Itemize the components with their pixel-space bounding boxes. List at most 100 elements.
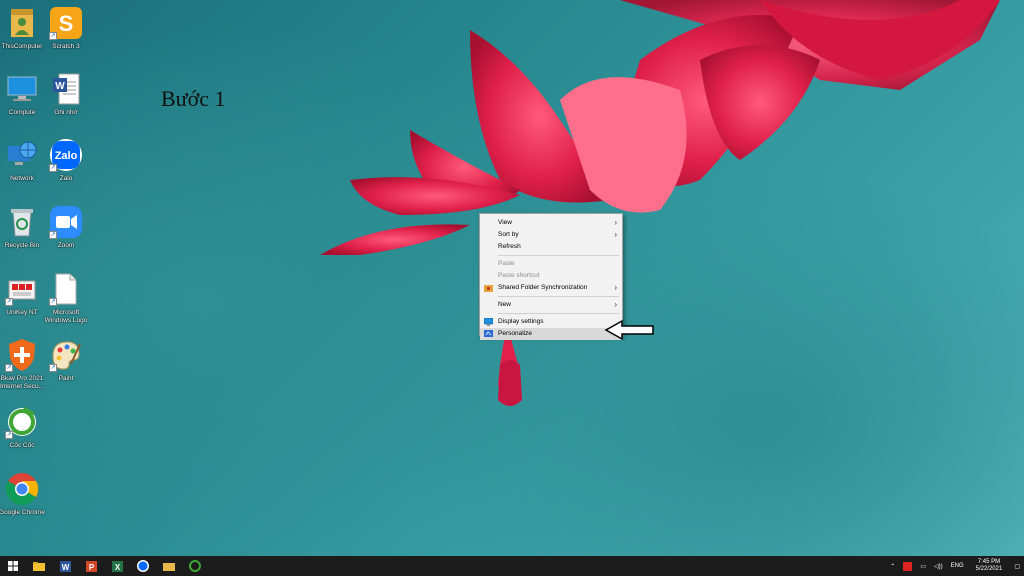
personalize-icon (484, 330, 493, 337)
desktop-icon-ghi-nho[interactable]: W Ghi nhớ (44, 72, 88, 117)
chevron-right-icon: › (614, 300, 617, 309)
desktop-icon-label: UniKey NT (6, 309, 38, 316)
file-explorer-icon (33, 562, 45, 571)
taskbar-excel[interactable]: X (104, 556, 130, 576)
desktop-icon-label: Bkav Pro 2021 Internet Secu... (0, 375, 45, 390)
taskbar-file-explorer[interactable] (26, 556, 52, 576)
desktop-icon-recycle-bin[interactable]: Recycle Bin (0, 205, 44, 250)
desktop-icon-label: Zalo (59, 175, 73, 182)
menu-item-label: Paste (498, 260, 515, 267)
unikey-tray-icon[interactable] (903, 561, 913, 571)
menu-item-label: New (498, 301, 512, 308)
desktop-icon-computer[interactable]: Compute (0, 72, 44, 117)
svg-text:Zalo: Zalo (55, 150, 78, 162)
windows-logo-icon (8, 561, 18, 571)
svg-text:W: W (55, 81, 65, 92)
menu-item-refresh[interactable]: Refresh (480, 241, 622, 253)
desktop-icon-bkav[interactable]: ↗ Bkav Pro 2021 Internet Secu... (0, 338, 44, 391)
desktop-icon-label: Cốc Cốc (9, 442, 35, 449)
display-monitor-icon (484, 318, 493, 326)
desktop-icon-scratch[interactable]: S ↗ Scratch 3 (44, 6, 88, 51)
scratch-icon: S ↗ (49, 6, 83, 40)
word-doc-icon: W (49, 72, 83, 106)
taskbar-word[interactable]: W (52, 556, 78, 576)
zalo-icon (137, 560, 149, 572)
blank-file-icon: ↗ (49, 272, 83, 306)
menu-item-label: View (498, 219, 512, 226)
desktop-icon-network[interactable]: Network (0, 138, 44, 183)
language-indicator[interactable]: ENG (951, 563, 964, 569)
network-icon (5, 138, 39, 172)
desktop-icon-label: Paint (58, 375, 74, 382)
menu-item-label: Display settings (498, 318, 544, 325)
taskbar-coccoc[interactable] (182, 556, 208, 576)
start-button[interactable] (0, 556, 26, 576)
desktop-context-menu: View › Sort by › Refresh Paste Paste sho… (479, 213, 623, 340)
menu-item-personalize[interactable]: Personalize (480, 328, 622, 340)
paint-icon: ↗ (49, 338, 83, 372)
menu-item-sort-by[interactable]: Sort by › (480, 229, 622, 241)
menu-item-new[interactable]: New › (480, 299, 622, 311)
menu-item-label: Refresh (498, 243, 521, 250)
coccoc-icon (189, 560, 201, 572)
desktop-icon-zalo[interactable]: Zalo ↗ Zalo (44, 138, 88, 183)
powerpoint-icon: P (85, 560, 97, 572)
chevron-right-icon: › (614, 230, 617, 239)
coccoc-icon: ↗ (5, 405, 39, 439)
computer-icon (5, 72, 39, 106)
menu-item-shared-folder-sync[interactable]: Shared Folder Synchronization › (480, 282, 622, 294)
shared-folder-icon (484, 285, 493, 292)
chevron-up-icon[interactable]: ⌃ (890, 563, 895, 570)
menu-separator (498, 255, 619, 256)
desktop-icon-zoom[interactable]: ↗ Zoom (44, 205, 88, 250)
taskbar-zalo[interactable] (130, 556, 156, 576)
desktop-icon-label: Ghi nhớ (54, 109, 78, 116)
menu-item-display-settings[interactable]: Display settings (480, 316, 622, 328)
excel-icon: X (111, 560, 123, 572)
desktop-icon-coccoc[interactable]: ↗ Cốc Cốc (0, 405, 44, 450)
menu-item-label: Personalize (498, 330, 532, 337)
desktop-icon-label: Recycle Bin (4, 242, 40, 249)
taskbar-folder[interactable] (156, 556, 182, 576)
desktop-icon-paint[interactable]: ↗ Paint (44, 338, 88, 383)
taskbar: W P X ⌃ ▭ ◁)) ENG 7:45 PM 5/22/2021 ▢ (0, 556, 1024, 576)
unikey-icon: ↗ (5, 272, 39, 306)
desktop-icon-label: Microsoft Windows Logo (44, 309, 88, 324)
svg-text:X: X (114, 563, 120, 572)
user-folder-icon (5, 6, 39, 40)
network-tray-icon[interactable]: ▭ (920, 563, 926, 570)
desktop-caption: Bước 1 (161, 86, 226, 111)
desktop-icon-chrome[interactable]: Google Chrome (0, 472, 45, 517)
svg-text:W: W (61, 563, 69, 572)
desktop-icon-label: Google Chrome (0, 509, 45, 516)
menu-separator (498, 313, 619, 314)
desktop-icon-label: ThisComputer (1, 43, 43, 50)
desktop-icon-this-computer[interactable]: ThisComputer (0, 6, 44, 51)
recycle-bin-icon (5, 205, 39, 239)
taskbar-powerpoint[interactable]: P (78, 556, 104, 576)
volume-icon[interactable]: ◁)) (934, 563, 943, 570)
menu-item-view[interactable]: View › (480, 217, 622, 229)
clock-time: 7:45 PM (977, 559, 1001, 565)
chevron-right-icon: › (614, 218, 617, 227)
desktop[interactable]: Bước 1 ThisComputer Compute Network Recy… (0, 0, 1024, 556)
menu-separator (498, 296, 619, 297)
taskbar-clock[interactable]: 7:45 PM 5/22/2021 (976, 559, 1003, 573)
bkav-icon: ↗ (5, 338, 39, 372)
notifications-icon[interactable]: ▢ (1014, 563, 1020, 570)
chevron-right-icon: › (614, 283, 617, 292)
menu-item-label: Sort by (498, 231, 519, 238)
menu-item-paste-shortcut[interactable]: Paste shortcut (480, 270, 622, 282)
desktop-icon-label: Zoom (57, 242, 75, 249)
chrome-icon (5, 472, 39, 506)
menu-item-label: Paste shortcut (498, 272, 540, 279)
menu-item-paste[interactable]: Paste (480, 258, 622, 270)
desktop-icon-label: Compute (8, 109, 36, 116)
desktop-icon-unikey[interactable]: ↗ UniKey NT (0, 272, 44, 317)
desktop-icon-windows-logo[interactable]: ↗ Microsoft Windows Logo (44, 272, 88, 325)
clock-date: 5/22/2021 (975, 566, 1003, 572)
svg-text:P: P (88, 563, 94, 572)
zoom-icon: ↗ (49, 205, 83, 239)
zalo-icon: Zalo ↗ (49, 138, 83, 172)
folder-icon (163, 563, 175, 571)
